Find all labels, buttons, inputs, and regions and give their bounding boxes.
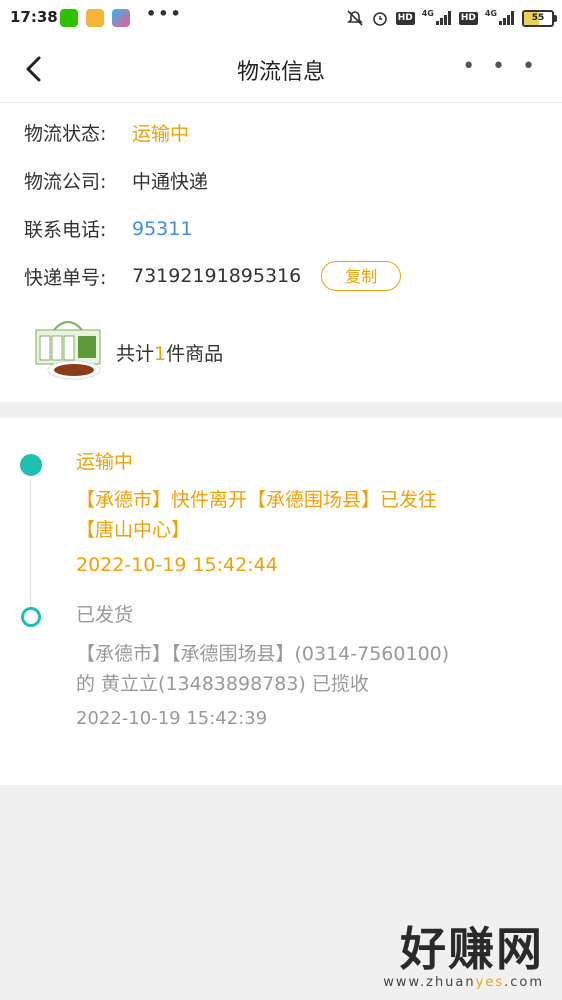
status-value: 运输中 xyxy=(132,123,190,145)
status-label: 物流状态: xyxy=(24,123,107,145)
logistics-info-card: 物流状态: 运输中 物流公司: 中通快递 联系电话: 95311 快递单号: 7… xyxy=(0,103,562,402)
event-time: 2022-10-19 15:42:39 xyxy=(76,708,268,729)
alarm-icon xyxy=(372,12,387,26)
watermark-url: www.zhuanyes.com xyxy=(383,975,544,990)
event-detail-line: 【唐山中心】 xyxy=(76,519,191,541)
event-detail-line: 【承德市】快件离开【承德围场县】已发往 xyxy=(76,489,438,511)
item-count-prefix: 共计 xyxy=(116,343,155,365)
tracking-row: 快递单号: 73192191895316 复制 xyxy=(24,261,402,291)
timeline-line xyxy=(30,478,31,615)
more-options-icon[interactable]: • • • xyxy=(462,56,540,78)
event-status: 运输中 xyxy=(76,451,134,473)
phone-link[interactable]: 95311 xyxy=(132,218,192,240)
watermark: 好赚网 www.zhuanyes.com xyxy=(383,923,544,990)
hd-badge-2: HD xyxy=(458,11,478,25)
status-row: 物流状态: 运输中 xyxy=(24,119,189,146)
network-type: 4G xyxy=(421,9,434,18)
event-detail-line: 【承德市】【承德围场县】(0314-7560100) xyxy=(76,643,450,665)
watermark-logo: 好赚网 xyxy=(400,922,544,976)
company-row: 物流公司: 中通快递 xyxy=(24,167,208,194)
signal-icon xyxy=(435,11,451,25)
video-icon xyxy=(112,9,130,27)
wechat-icon xyxy=(60,9,78,27)
event-detail-line: 的 黄立立(13483898783) 已揽收 xyxy=(76,673,369,695)
event-time: 2022-10-19 15:42:44 xyxy=(76,554,278,576)
item-count: 共计1件商品 xyxy=(116,339,223,366)
product-thumbnail[interactable] xyxy=(30,316,108,382)
battery-icon: 55 xyxy=(522,9,557,27)
signal-icon-2 xyxy=(499,11,514,25)
notes-icon xyxy=(86,9,104,27)
status-time: 17:38 xyxy=(10,8,58,26)
company-value: 中通快递 xyxy=(132,171,209,193)
tracking-label: 快递单号: xyxy=(24,266,107,289)
mute-icon xyxy=(346,10,363,26)
event-status: 已发货 xyxy=(76,604,134,626)
phone-row: 联系电话: 95311 xyxy=(24,215,192,242)
status-bar: 17:38 ••• HD 4G HD 4G 55 xyxy=(0,0,562,36)
timeline-dot xyxy=(21,607,41,627)
item-count-number: 1 xyxy=(154,343,167,365)
item-count-suffix: 件商品 xyxy=(166,343,224,365)
hd-badge: HD xyxy=(395,11,415,25)
timeline-dot-active xyxy=(20,454,42,476)
copy-button[interactable]: 复制 xyxy=(321,261,402,291)
tracking-timeline: 运输中 【承德市】快件离开【承德围场县】已发往 【唐山中心】 2022-10-1… xyxy=(0,418,562,785)
tracking-number: 73192191895316 xyxy=(132,265,302,287)
status-more-icon: ••• xyxy=(146,4,183,23)
phone-label: 联系电话: xyxy=(24,219,107,241)
network-type-2: 4G xyxy=(484,9,497,18)
nav-bar: 物流信息 • • • xyxy=(0,36,562,103)
company-label: 物流公司: xyxy=(24,171,107,193)
